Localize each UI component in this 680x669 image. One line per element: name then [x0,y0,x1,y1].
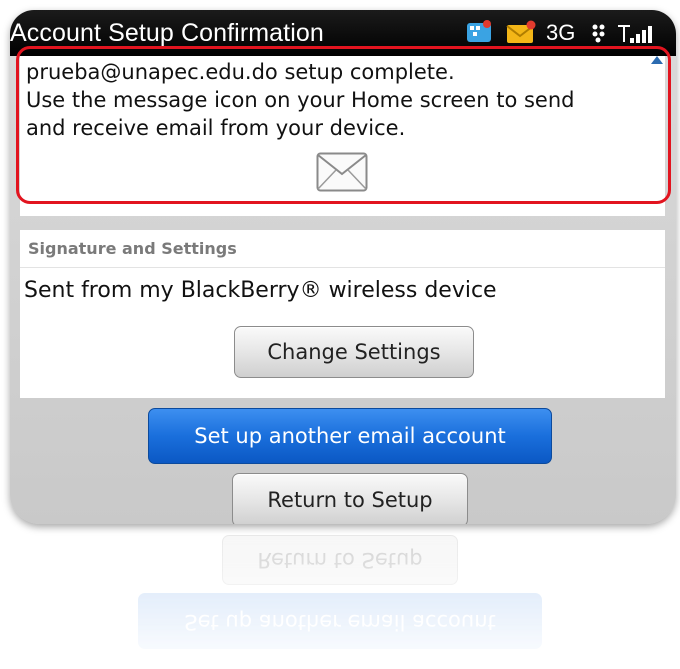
content-area: prueba@unapec.edu.do setup complete. Use… [10,56,676,524]
setup-another-account-label: Set up another email account [194,424,506,448]
reflected-return-button: Return to Setup [222,535,458,585]
signature-section-title: Signature and Settings [28,239,237,258]
reflected-return-label: Return to Setup [257,548,423,572]
confirmation-line-2: Use the message icon on your Home screen… [26,88,575,112]
scroll-up-arrow-icon[interactable] [651,56,663,64]
button-reflection: Set up another email account Return to S… [100,528,580,669]
network-type-label: 3G [546,20,576,45]
device-screen: Account Setup Confirmation 3G prueba@una… [10,10,676,524]
title-bar: Account Setup Confirmation 3G [10,10,676,56]
change-settings-button[interactable]: Change Settings [234,326,474,378]
signature-text: Sent from my BlackBerry® wireless device [24,278,497,303]
status-bar: 3G [450,18,670,48]
setup-another-account-button[interactable]: Set up another email account [148,408,552,464]
confirmation-line-3: and receive email from your device. [26,116,406,140]
return-to-setup-label: Return to Setup [267,488,433,512]
signature-settings-panel: Signature and Settings Sent from my Blac… [20,230,665,398]
reflected-setup-another-label: Set up another email account [184,610,496,634]
envelope-icon [316,152,368,196]
bbm-icon [466,20,492,50]
reflected-setup-another-button: Set up another email account [138,593,542,649]
change-settings-label: Change Settings [267,340,441,364]
signature-section-header: Signature and Settings [20,230,665,268]
confirmation-line-1: prueba@unapec.edu.do setup complete. [26,60,455,84]
bluetooth-icon [590,22,612,48]
confirmation-message-panel: prueba@unapec.edu.do setup complete. Use… [20,56,665,216]
screen-title: Account Setup Confirmation [10,19,324,47]
new-mail-notification-icon [506,20,536,50]
return-to-setup-button[interactable]: Return to Setup [232,473,468,524]
signal-strength-icon [616,20,656,50]
